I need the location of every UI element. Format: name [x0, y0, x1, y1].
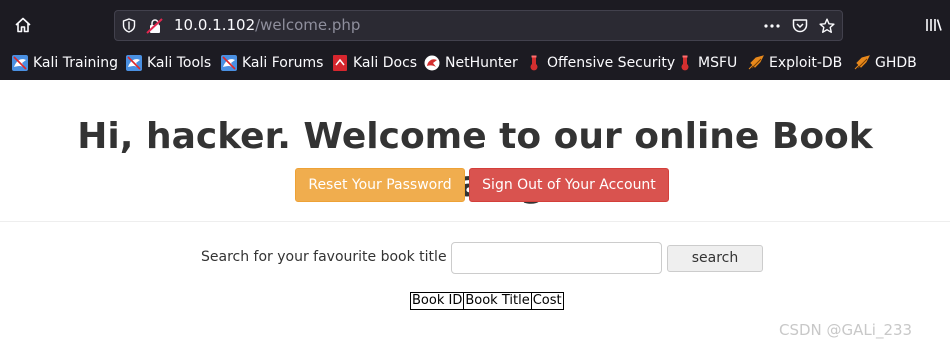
- library-icon[interactable]: [924, 14, 944, 36]
- page-actions-icon[interactable]: [763, 11, 781, 40]
- bookmark-label: MSFU: [698, 55, 738, 71]
- bookmark-label: Exploit-DB: [769, 55, 843, 71]
- bookmark-kali-training[interactable]: Kali Training: [12, 51, 118, 75]
- search-label: Search for your favourite book title: [201, 249, 447, 265]
- url-path: /welcome.php: [255, 16, 361, 34]
- navigation-toolbar: 10.0.1.102/welcome.php: [0, 0, 950, 48]
- url-text[interactable]: 10.0.1.102/welcome.php: [174, 11, 360, 40]
- kali-dragon-icon: [126, 55, 142, 71]
- greeting-prefix: Hi,: [77, 116, 146, 157]
- kali-dragon-icon: [221, 55, 237, 71]
- bookmarks-toolbar: Kali Training Kali Tools Kali Forums Kal…: [0, 48, 950, 78]
- kali-dragon-icon: [12, 55, 28, 71]
- nethunter-icon: [424, 55, 440, 71]
- exploit-db-icon: [748, 55, 764, 70]
- tracking-protection-icon[interactable]: [120, 11, 138, 40]
- bookmark-kali-tools[interactable]: Kali Tools: [126, 51, 211, 75]
- bookmark-offensive-security[interactable]: Offensive Security: [526, 51, 675, 75]
- kali-docs-icon: [333, 55, 347, 71]
- exploit-db-icon: [854, 55, 870, 70]
- bookmark-label: NetHunter: [445, 55, 518, 71]
- divider: [0, 221, 950, 222]
- column-header-cost: Cost: [530, 292, 564, 310]
- bookmark-label: Kali Forums: [242, 55, 324, 71]
- table-header-row: Book ID Book Title Cost: [409, 292, 564, 310]
- bookmark-msfu[interactable]: MSFU: [677, 51, 737, 75]
- insecure-connection-icon[interactable]: [144, 11, 166, 40]
- search-input[interactable]: [451, 242, 662, 274]
- bookmark-label: Offensive Security: [547, 55, 676, 71]
- bookmark-label: Kali Training: [33, 55, 118, 71]
- offsec-icon: [681, 55, 689, 71]
- offsec-icon: [530, 55, 538, 71]
- pocket-icon[interactable]: [790, 11, 810, 40]
- column-header-book-id: Book ID: [409, 292, 465, 310]
- username: hacker: [145, 116, 278, 157]
- bookmark-label: GHDB: [875, 55, 917, 71]
- bookmark-label: Kali Docs: [353, 55, 418, 71]
- bookmark-star-icon[interactable]: [817, 11, 837, 40]
- bookmark-exploit-db[interactable]: Exploit-DB: [748, 51, 842, 75]
- bookmark-kali-forums[interactable]: Kali Forums: [221, 51, 323, 75]
- book-table: Book ID Book Title Cost: [409, 292, 564, 310]
- home-icon[interactable]: [8, 11, 38, 39]
- search-button[interactable]: search: [667, 245, 763, 272]
- browser-chrome: 10.0.1.102/welcome.php Kali Training Kal…: [0, 0, 950, 80]
- sign-out-button[interactable]: Sign Out of Your Account: [469, 168, 669, 202]
- bookmark-nethunter[interactable]: NetHunter: [424, 51, 518, 75]
- bookmark-ghdb[interactable]: GHDB: [854, 51, 917, 75]
- reset-password-button[interactable]: Reset Your Password: [295, 168, 465, 202]
- address-bar[interactable]: 10.0.1.102/welcome.php: [114, 10, 843, 41]
- page-content: Hi, hacker. Welcome to our online Book C…: [0, 80, 950, 349]
- column-header-book-title: Book Title: [463, 292, 532, 310]
- bookmark-kali-docs[interactable]: Kali Docs: [332, 51, 417, 75]
- watermark: CSDN @GALi_233: [779, 321, 913, 339]
- bookmark-label: Kali Tools: [147, 55, 212, 71]
- url-host: 10.0.1.102: [174, 16, 256, 34]
